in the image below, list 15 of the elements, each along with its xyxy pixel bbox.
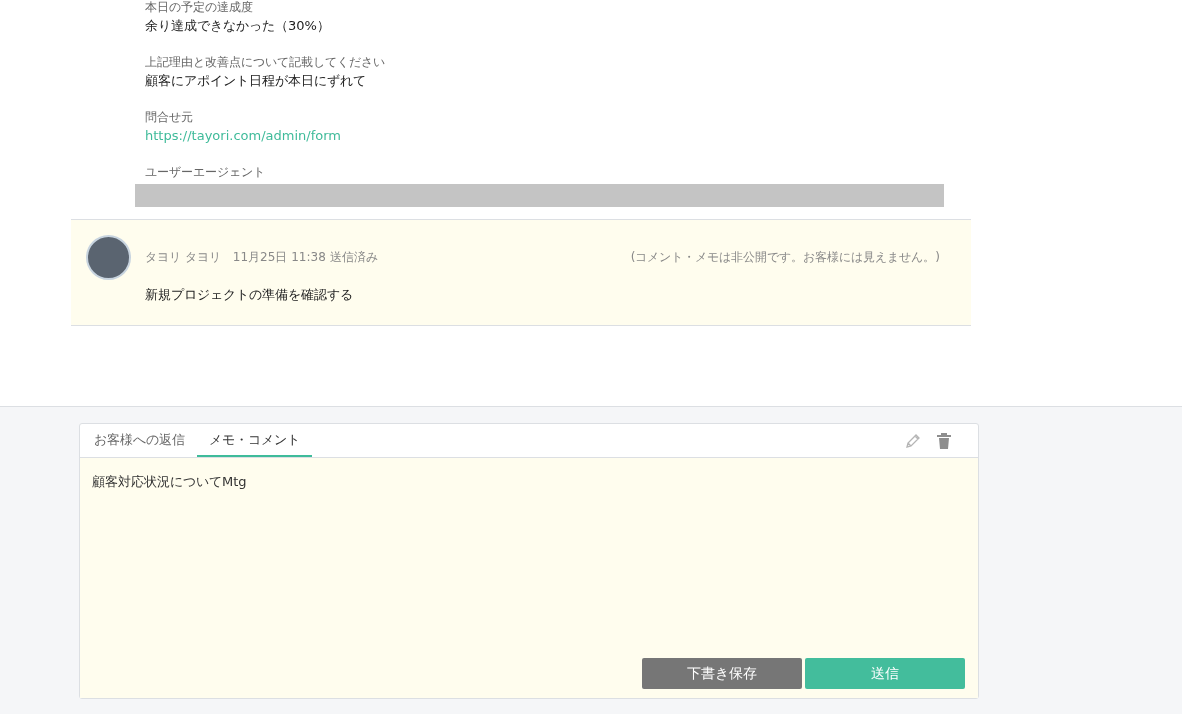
author-name: タヨリ タヨリ: [145, 249, 221, 266]
comment-input-field[interactable]: 顧客対応状況についてMtg 下書き保存 送信: [80, 458, 978, 698]
field-label: 上記理由と改善点について記載してください: [144, 55, 386, 69]
field-value: 顧客にアポイント日程が本日にずれて: [144, 72, 367, 90]
timestamp: 11月25日 11:38 送信済み: [232, 249, 378, 266]
trash-icon[interactable]: [936, 431, 952, 450]
avatar: [86, 235, 131, 280]
field-label: 問合せ元: [144, 110, 194, 124]
tab[interactable]: お客様への返信: [82, 424, 197, 457]
field-label: 本日の予定の達成度: [144, 0, 254, 14]
private-notice: (コメント・メモは非公開です。お客様には見えません。): [630, 249, 940, 266]
field-label: ユーザーエージェント: [144, 165, 266, 179]
comment-text: 新規プロジェクトの準備を確認する: [145, 286, 354, 304]
field-value: 余り達成できなかった（30%）: [144, 17, 331, 35]
save-draft-button[interactable]: 下書き保存: [642, 658, 802, 689]
